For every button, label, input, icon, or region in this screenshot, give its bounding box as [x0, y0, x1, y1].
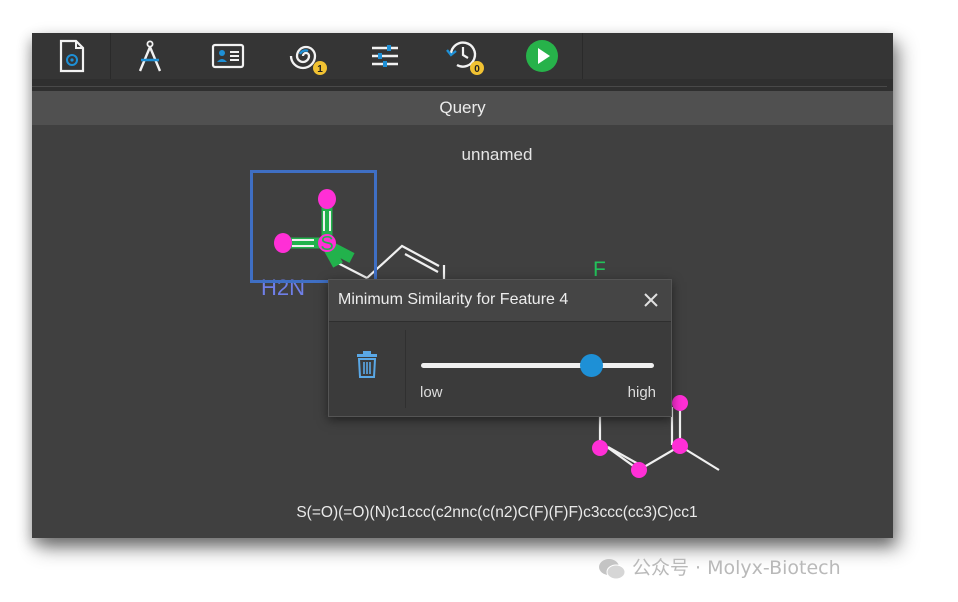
- atom-marker[interactable]: [672, 438, 688, 454]
- slider-low-label: low: [420, 384, 443, 401]
- atom-marker[interactable]: [631, 462, 647, 478]
- atom-marker[interactable]: [592, 440, 608, 456]
- dialog-title: Minimum Similarity for Feature 4: [338, 291, 569, 308]
- close-icon[interactable]: [641, 290, 661, 310]
- fluorine-label: F: [593, 258, 606, 281]
- watermark-text: 公众号 · Molyx-Biotech: [632, 557, 841, 579]
- wechat-icon: [599, 558, 626, 579]
- app-window: 1 0 Query unnamed S H2N F Minimum Simila…: [32, 33, 893, 538]
- smiles-string: S(=O)(=O)(N)c1ccc(c2nnc(c(n2)C(F)(F)F)c3…: [296, 504, 698, 521]
- watermark: 公众号 · Molyx-Biotech: [598, 553, 841, 580]
- similarity-slider[interactable]: [421, 354, 654, 377]
- dialog-divider: [405, 330, 406, 408]
- slider-high-label: high: [627, 384, 656, 401]
- trash-icon[interactable]: [355, 350, 379, 378]
- dialog-header: Minimum Similarity for Feature 4: [329, 280, 671, 322]
- feature-selection-box[interactable]: [250, 170, 377, 283]
- dialog-body: low high: [329, 322, 671, 416]
- slider-thumb[interactable]: [580, 354, 604, 377]
- similarity-dialog: Minimum Similarity for Feature 4 low hig…: [328, 279, 672, 417]
- atom-marker[interactable]: [672, 395, 688, 411]
